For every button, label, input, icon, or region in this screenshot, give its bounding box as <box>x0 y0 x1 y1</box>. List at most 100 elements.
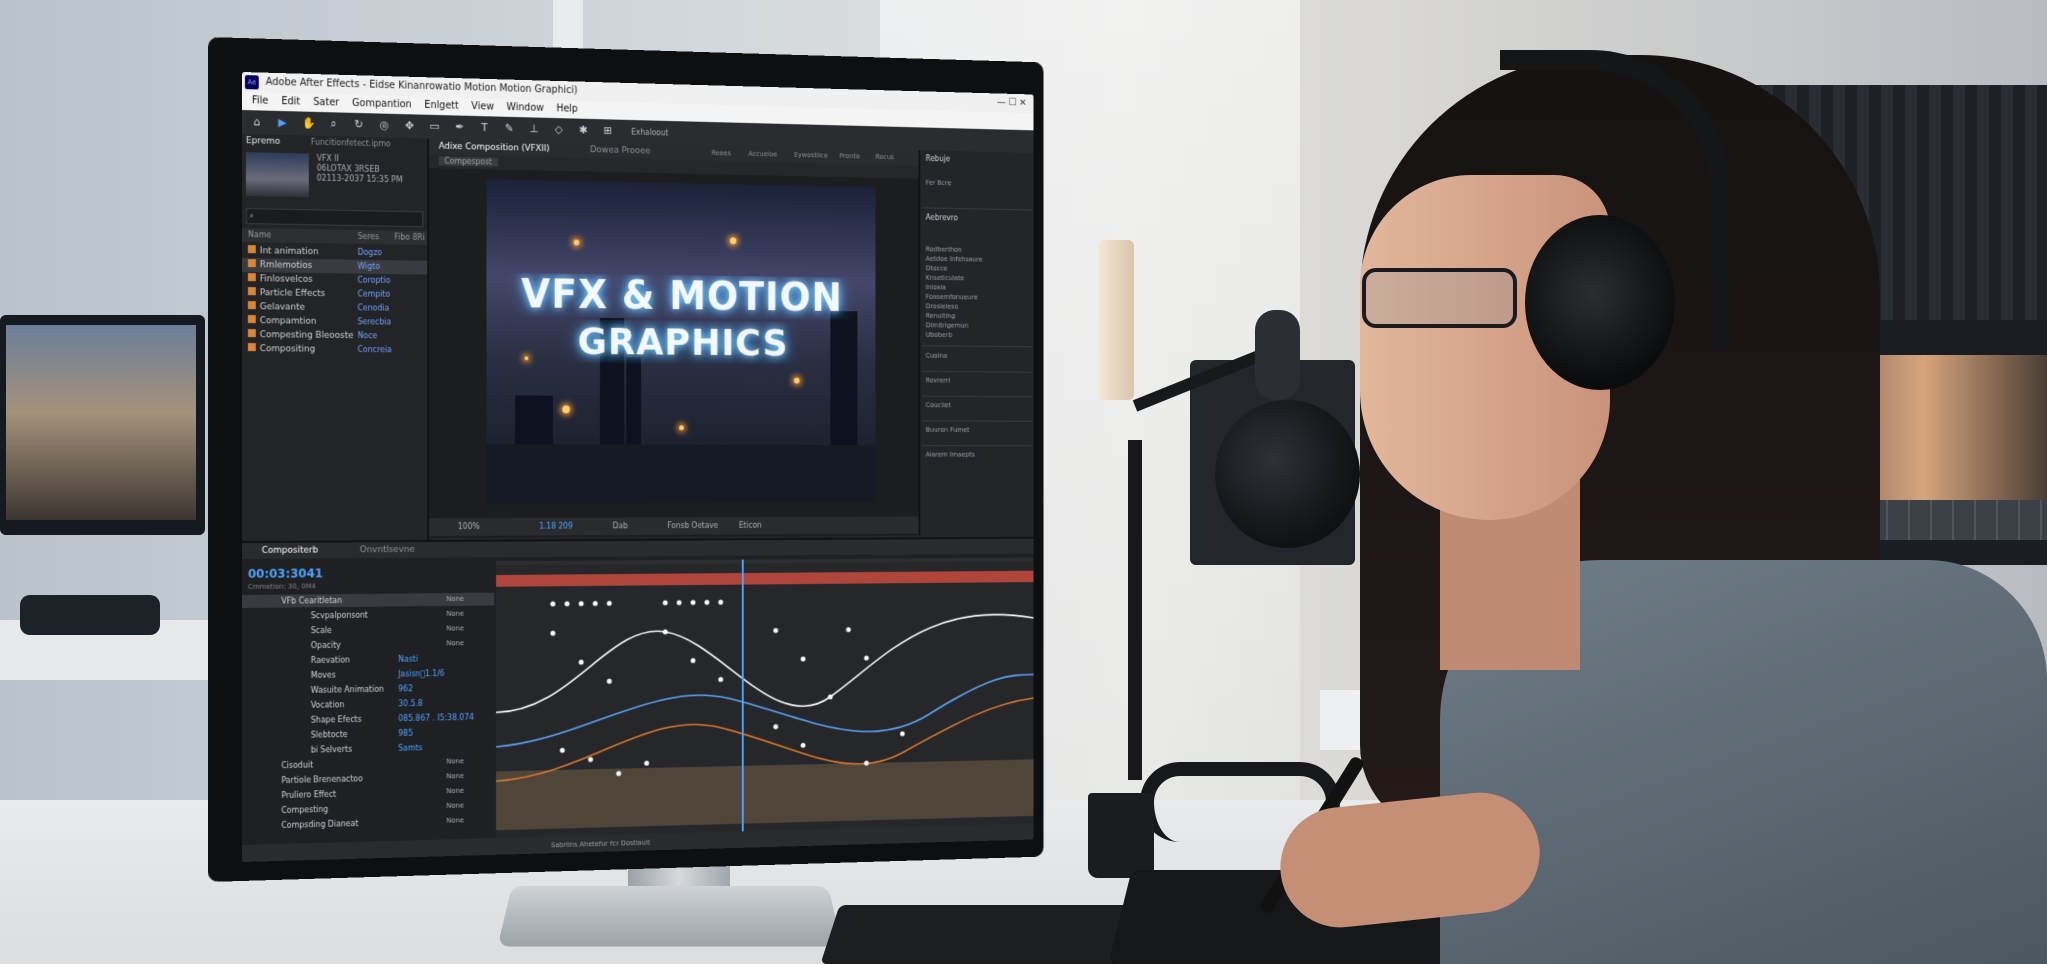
zoom-tool-icon[interactable]: ⌕ <box>328 117 340 130</box>
col-name[interactable]: Name <box>248 230 271 239</box>
keyframe[interactable] <box>900 731 905 737</box>
stamp-tool-icon[interactable]: ⊥ <box>528 122 539 135</box>
menu-item[interactable]: File <box>252 92 268 110</box>
effects-item[interactable]: Drosleleso <box>926 303 958 311</box>
keyframe[interactable] <box>718 599 724 605</box>
workspace-tab[interactable]: Reaes <box>712 145 731 161</box>
layer-mode[interactable]: None <box>446 622 463 635</box>
timeline-timecode[interactable]: 00:03:3041 <box>248 566 323 581</box>
keyframe[interactable] <box>704 599 710 605</box>
layer-row[interactable]: Moves Jasisn 1.1/6 <box>242 666 494 683</box>
layer-mode[interactable]: None <box>446 593 463 606</box>
resolution-select[interactable]: Dab <box>613 521 628 530</box>
keyframe[interactable] <box>644 760 650 766</box>
subtab-comp[interactable]: Compespost <box>438 156 498 167</box>
puppet-tool-icon[interactable]: ✱ <box>578 124 589 137</box>
keyframe[interactable] <box>592 600 598 606</box>
keyframe[interactable] <box>662 600 668 606</box>
layer-row[interactable]: Scale None <box>242 622 494 638</box>
rotate-tool-icon[interactable]: ↻ <box>353 118 365 131</box>
menu-item[interactable]: Gompantion <box>352 95 412 114</box>
keyframe[interactable] <box>690 599 696 605</box>
effects-item[interactable]: Dtocce <box>926 264 948 272</box>
effects-item[interactable]: Rodberthon <box>926 245 962 253</box>
window-controls[interactable]: — ☐ ✕ <box>997 93 1027 113</box>
keyframe[interactable] <box>864 655 869 661</box>
keyframe[interactable] <box>564 601 570 607</box>
panel-section[interactable]: Alarem Imaepts <box>926 451 975 459</box>
brush-tool-icon[interactable]: ✎ <box>504 122 515 135</box>
panel-section[interactable]: Cuolna <box>926 352 948 360</box>
type-tool-icon[interactable]: T <box>479 121 490 134</box>
keyframe[interactable] <box>827 694 833 700</box>
keyframe[interactable] <box>588 756 594 763</box>
eraser-tool-icon[interactable]: ◇ <box>553 123 564 136</box>
view-select[interactable]: Fonsb Oetave <box>667 521 718 530</box>
menu-item[interactable]: Window <box>507 99 544 118</box>
keyframe[interactable] <box>690 657 696 664</box>
keyframe[interactable] <box>662 629 668 635</box>
effects-item[interactable]: Aetdoe Infehsaure <box>926 255 983 263</box>
keyframe[interactable] <box>676 600 682 606</box>
composition-viewer[interactable]: VFX & MOTION GRAPHICS <box>486 179 876 504</box>
camera-tool-icon[interactable]: ◎ <box>378 118 390 131</box>
effects-item[interactable]: Inloxia <box>926 283 946 291</box>
menu-item[interactable]: View <box>471 98 494 116</box>
graph-editor[interactable] <box>496 561 1034 857</box>
toolbar-extra-label[interactable]: Exhaloout <box>631 128 668 138</box>
layer-mode[interactable]: None <box>446 755 463 768</box>
workspace-tab[interactable]: Pronto <box>839 148 859 164</box>
effects-item[interactable]: Foasemfonueure <box>926 293 978 301</box>
zoom-level[interactable]: 100% <box>458 522 480 531</box>
panel-section[interactable]: Rovrerri <box>926 377 951 385</box>
tab-timeline-comp[interactable]: Compositerb <box>262 546 318 556</box>
menu-item[interactable]: Enlgett <box>424 97 458 116</box>
layer-mode[interactable]: None <box>446 814 463 827</box>
effects-item[interactable]: Dimitrigemun <box>926 322 969 330</box>
keyframe[interactable] <box>578 659 584 665</box>
col-type[interactable]: Seres <box>358 230 380 244</box>
layer-value[interactable]: Nasti <box>398 653 418 666</box>
keyframe[interactable] <box>773 724 779 730</box>
current-time[interactable]: 1.18 209 <box>539 522 573 531</box>
panel-section[interactable]: Coucliet <box>926 401 951 409</box>
effects-item[interactable]: Knseticulate <box>926 274 965 282</box>
tab-composition[interactable]: Adixe Composition (VFXII) <box>439 142 550 154</box>
project-item[interactable]: Compositing Concreia <box>242 342 427 357</box>
workspace-tab[interactable]: Accueloe <box>748 146 777 162</box>
layer-value[interactable]: 085.867 . I5:38.074 <box>398 711 474 725</box>
col-size[interactable]: Fibo 8Ri <box>394 231 425 245</box>
layer-value[interactable]: Samts <box>398 741 422 754</box>
layer-mode[interactable]: None <box>446 608 463 621</box>
layer-mode[interactable]: None <box>446 637 463 650</box>
selection-tool-icon[interactable]: ▶ <box>277 116 289 129</box>
effects-item[interactable]: Renulting <box>926 312 956 320</box>
layer-mode[interactable]: None <box>446 785 463 798</box>
keyframe[interactable] <box>578 601 584 607</box>
workspace-tab[interactable]: Eywostlica <box>794 147 828 163</box>
workspace-tab[interactable]: Rocus <box>875 149 894 165</box>
panel-section[interactable]: Buuron Fumet <box>926 426 970 434</box>
keyframe[interactable] <box>800 656 806 662</box>
layer-value[interactable]: Jasisn 1.1/6 <box>398 667 444 681</box>
layer-value[interactable]: 30.5.8 <box>398 697 423 710</box>
tab-timeline-secondary[interactable]: Onvntlsevne <box>360 545 415 555</box>
playhead[interactable] <box>741 559 744 850</box>
layer-row[interactable]: Opacity None <box>242 637 494 653</box>
snapping-icon[interactable]: ⊞ <box>602 124 613 137</box>
keyframe[interactable] <box>606 600 612 606</box>
keyframe[interactable] <box>606 678 612 684</box>
layer-mode[interactable]: None <box>446 770 463 783</box>
layer-mode[interactable]: None <box>446 800 463 813</box>
shape-tool-icon[interactable]: ▭ <box>429 120 441 133</box>
keyframe[interactable] <box>846 627 851 633</box>
pen-tool-icon[interactable]: ✒ <box>454 120 465 133</box>
tab-secondary[interactable]: Dowea Prooee <box>590 145 650 156</box>
menu-item[interactable]: Sater <box>313 94 339 113</box>
home-icon[interactable]: ⌂ <box>251 115 263 128</box>
layer-value[interactable]: 962 <box>398 682 413 695</box>
project-tab[interactable]: Epremo <box>246 136 280 147</box>
menu-item[interactable]: Help <box>556 100 577 118</box>
keyframe[interactable] <box>559 747 565 753</box>
layer-row[interactable]: Raevation Nasti <box>242 652 494 668</box>
